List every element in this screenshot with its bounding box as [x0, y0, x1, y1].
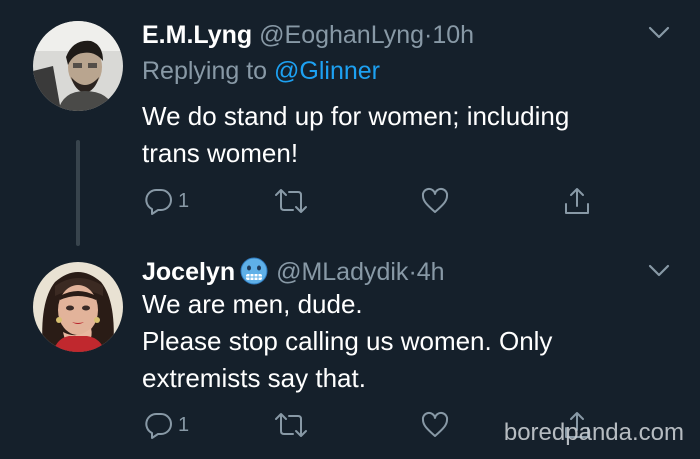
timestamp[interactable]: 4h [417, 258, 445, 286]
retweet-button[interactable] [273, 186, 309, 216]
replying-to-label: Replying to [142, 57, 268, 85]
heart-icon [421, 411, 449, 437]
reply-count: 1 [178, 413, 190, 436]
share-icon [565, 188, 589, 214]
display-name[interactable]: E.M.Lyng [142, 21, 252, 49]
separator: · [408, 258, 417, 286]
action-bar: 1 [142, 186, 602, 222]
avatar-photo [33, 21, 123, 111]
avatar-illustration [33, 262, 123, 352]
avatar[interactable] [33, 21, 123, 111]
replying-to: Replying to @Glinner [142, 56, 380, 86]
tweet-text-line: We are men, dude. [142, 289, 363, 319]
heart-icon [421, 187, 449, 213]
tweet-text: We do stand up for women; including tran… [142, 98, 569, 172]
replying-to-mention[interactable]: @Glinner [274, 57, 380, 85]
chevron-down-icon[interactable] [648, 26, 670, 40]
tweet-text-line: trans women! [142, 138, 299, 168]
reply-icon [145, 188, 172, 215]
tweet-text-line: We do stand up for women; including [142, 101, 570, 131]
like-button[interactable] [420, 186, 450, 216]
tweet-header: E.M.Lyng @EoghanLyng·10h [142, 20, 474, 50]
watermark: boredpanda.com [503, 419, 684, 446]
avatar[interactable] [33, 262, 123, 352]
share-button[interactable] [562, 186, 592, 218]
chevron-down-icon[interactable] [648, 264, 670, 278]
retweet-icon [275, 413, 307, 437]
retweet-icon [275, 189, 307, 213]
handle[interactable]: @MLadydik [276, 258, 408, 286]
handle[interactable]: @EoghanLyng [259, 21, 424, 49]
display-name[interactable]: Jocelyn [142, 258, 235, 286]
reply-icon [145, 412, 172, 439]
retweet-button[interactable] [273, 410, 309, 440]
like-button[interactable] [420, 410, 450, 440]
reply-button[interactable]: 1 [144, 410, 189, 440]
tweet-text-line: extremists say that. [142, 363, 366, 393]
timestamp[interactable]: 10h [432, 21, 474, 49]
tweet-text-line: Please stop calling us women. Only [142, 326, 553, 356]
tweet-text: We are men, dude. Please stop calling us… [142, 286, 552, 397]
reply-count: 1 [178, 189, 190, 212]
thread-connector-line [76, 140, 80, 246]
reply-button[interactable]: 1 [144, 186, 189, 216]
